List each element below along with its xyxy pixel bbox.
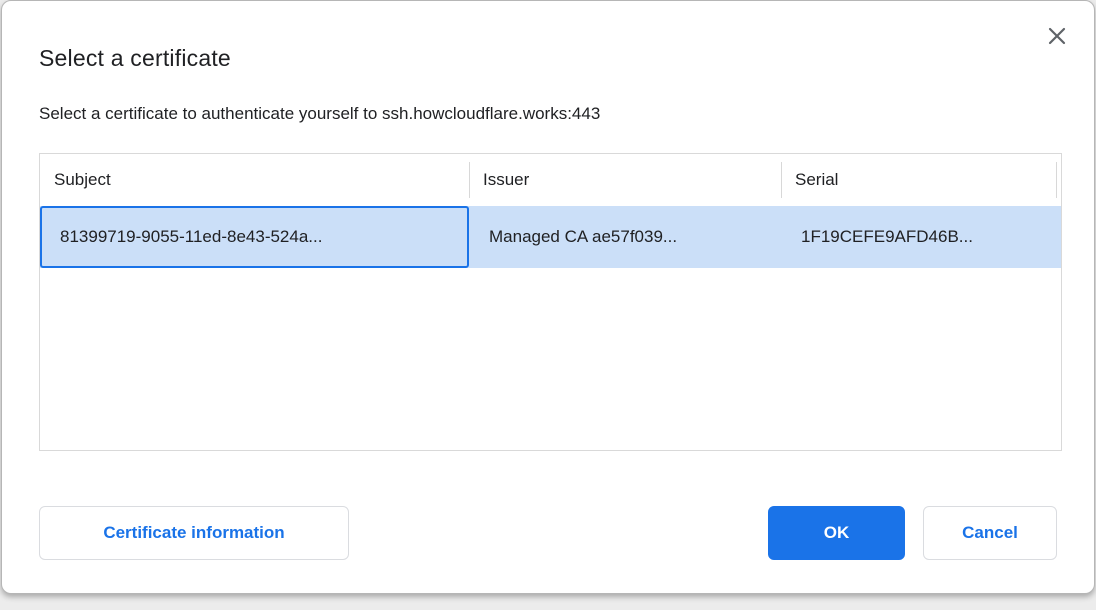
- certificate-subject-cell[interactable]: 81399719-9055-11ed-8e43-524a...: [40, 206, 469, 268]
- close-icon: [1048, 27, 1066, 45]
- close-button[interactable]: [1044, 23, 1070, 49]
- certificate-serial-cell[interactable]: 1F19CEFE9AFD46B...: [781, 206, 1063, 268]
- dialog-subtitle: Select a certificate to authenticate you…: [39, 104, 600, 124]
- certificate-issuer-cell[interactable]: Managed CA ae57f039...: [469, 206, 781, 268]
- column-header-gutter: [1056, 154, 1070, 206]
- column-header-serial[interactable]: Serial: [781, 154, 1056, 206]
- certificate-select-dialog: Select a certificate Select a certificat…: [1, 0, 1095, 594]
- certificate-information-button[interactable]: Certificate information: [39, 506, 349, 560]
- column-header-issuer[interactable]: Issuer: [469, 154, 781, 206]
- certificate-table: Subject Issuer Serial 81399719-9055-11ed…: [39, 153, 1062, 451]
- cancel-button[interactable]: Cancel: [923, 506, 1057, 560]
- dialog-button-row: Certificate information OK Cancel: [39, 506, 1057, 560]
- table-header: Subject Issuer Serial: [40, 154, 1061, 206]
- column-header-subject[interactable]: Subject: [40, 154, 469, 206]
- ok-button[interactable]: OK: [768, 506, 905, 560]
- dialog-title: Select a certificate: [39, 45, 231, 72]
- certificate-row-selected[interactable]: 81399719-9055-11ed-8e43-524a... Managed …: [40, 206, 1061, 268]
